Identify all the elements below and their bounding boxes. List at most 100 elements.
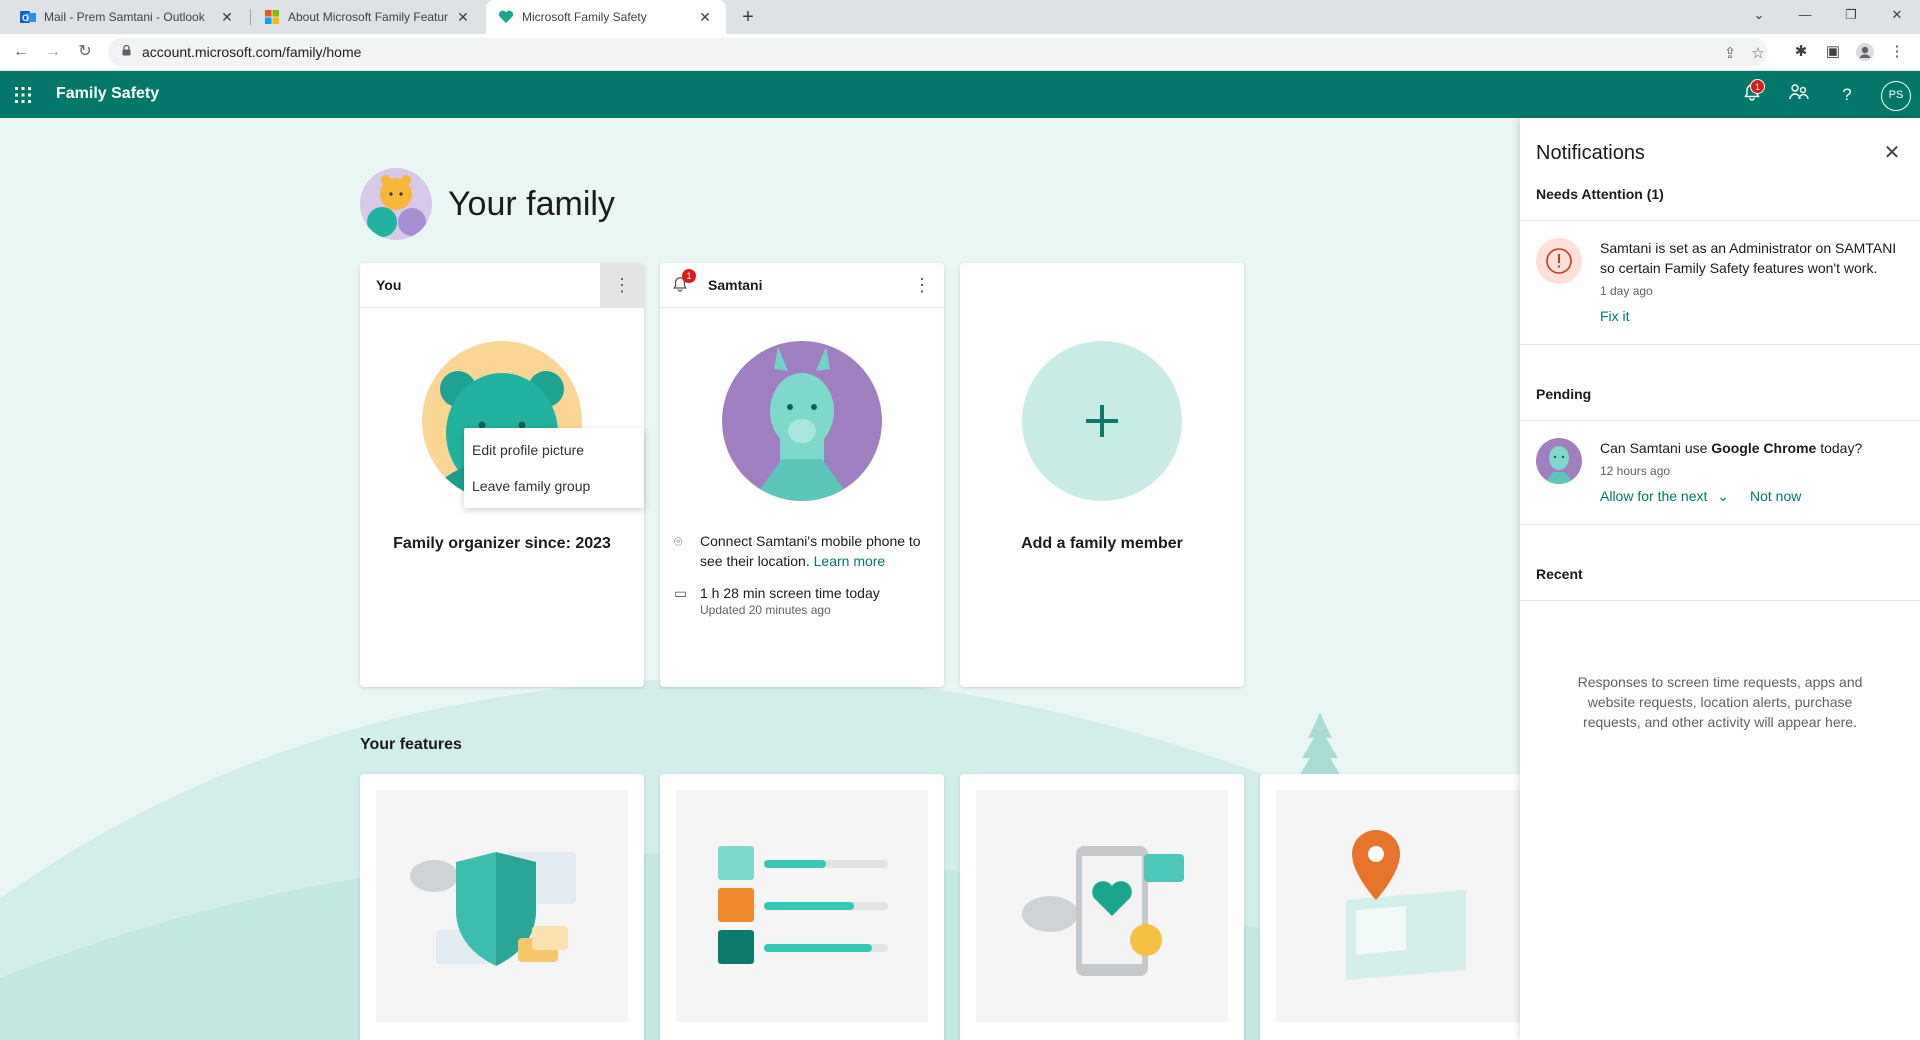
allow-for-next-dropdown[interactable]: Allow for the next ⌄	[1600, 488, 1729, 505]
more-options-icon[interactable]: ⋮	[900, 263, 944, 307]
pending-question-suffix: today?	[1816, 440, 1863, 456]
location-info: ⌾ Connect Samtani's mobile phone to see …	[674, 531, 934, 571]
member-name: You	[376, 277, 402, 293]
share-icon[interactable]: ⇪	[1720, 44, 1740, 62]
microsoft-logo-icon	[264, 9, 280, 25]
main-content: Your family You ⋮ Family organizer since…	[0, 118, 1520, 1040]
screen-time-info: ▭ 1 h 28 min screen time today Updated 2…	[674, 583, 934, 617]
learn-more-link[interactable]: Learn more	[814, 553, 886, 569]
location-text: Connect Samtani's mobile phone to see th…	[700, 533, 921, 569]
screen-time-updated: Updated 20 minutes ago	[700, 603, 831, 617]
svg-text:O: O	[22, 13, 29, 23]
divider	[1520, 420, 1920, 421]
pending-question: Can Samtani use Google Chrome today?	[1600, 438, 1900, 458]
divider	[1520, 600, 1920, 601]
screen-time-text: 1 h 28 min screen time today	[700, 585, 880, 601]
divider	[1520, 344, 1920, 345]
new-tab-button[interactable]: +	[736, 5, 760, 29]
pending-app-name: Google Chrome	[1711, 440, 1817, 456]
feature-card-activity[interactable]	[960, 774, 1244, 1040]
restore-button[interactable]: ❐	[1828, 0, 1874, 30]
tab-close-icon[interactable]: ✕	[218, 9, 236, 26]
forward-button[interactable]: →	[41, 40, 65, 64]
family-header: Your family	[360, 168, 615, 240]
attention-message: Samtani is set as an Administrator on SA…	[1600, 240, 1897, 276]
extensions-puzzle-icon[interactable]: ✱	[1790, 42, 1812, 64]
card-header: You ⋮	[360, 263, 644, 308]
location-text-wrap: Connect Samtani's mobile phone to see th…	[700, 531, 934, 571]
recent-empty-message: Responses to screen time requests, apps …	[1577, 674, 1863, 730]
more-options-icon[interactable]: ⋮	[600, 263, 644, 307]
bookmark-star-icon[interactable]: ☆	[1748, 44, 1768, 62]
tab-outlook[interactable]: O Mail - Prem Samtani - Outlook ✕	[8, 0, 248, 34]
pending-time: 12 hours ago	[1600, 464, 1671, 478]
url-text: account.microsoft.com/family/home	[142, 44, 362, 60]
allow-label: Allow for the next	[1600, 488, 1708, 504]
tab-title: About Microsoft Family Features	[288, 10, 448, 24]
pending-title: Pending	[1536, 386, 1592, 402]
app-launcher-icon[interactable]	[15, 87, 31, 103]
tab-close-icon[interactable]: ✕	[696, 9, 714, 26]
attention-time: 1 day ago	[1600, 284, 1653, 298]
location-pin-icon: ⌾	[674, 533, 683, 549]
member-options-menu: Edit profile picture Leave family group	[464, 428, 644, 508]
tab-close-icon[interactable]: ✕	[454, 9, 472, 26]
notifications-panel: Notifications ✕ Needs Attention (1) Samt…	[1520, 118, 1920, 1040]
browser-toolbar: ← → ↻ account.microsoft.com/family/home …	[0, 34, 1920, 71]
app-header: Family Safety 1 ? PS	[0, 71, 1920, 118]
page-title: Your family	[448, 184, 615, 223]
tab-separator	[250, 9, 251, 25]
feature-card-location[interactable]	[1260, 774, 1520, 1040]
screen-time-icon: ▭	[674, 585, 688, 601]
llama-avatar[interactable]	[722, 341, 882, 501]
outlook-icon: O	[20, 9, 36, 25]
features-section-title: Your features	[360, 736, 462, 753]
tab-about-family[interactable]: About Microsoft Family Features ✕	[252, 0, 484, 34]
app-title[interactable]: Family Safety	[56, 85, 159, 103]
organizer-since-text: Family organizer since: 2023	[393, 535, 611, 552]
family-group-icon[interactable]	[1787, 83, 1811, 107]
member-card-samtani[interactable]: 1 Samtani ⋮ ⌾ Connect Samtani's mobile p…	[660, 263, 944, 687]
address-bar[interactable]: account.microsoft.com/family/home ⇪ ☆	[108, 38, 1768, 66]
tab-family-safety[interactable]: Microsoft Family Safety ✕	[486, 0, 726, 34]
family-safety-heart-icon	[498, 9, 514, 25]
back-button[interactable]: ←	[9, 40, 33, 64]
close-icon[interactable]: ✕	[1880, 140, 1904, 165]
minimize-button[interactable]: —	[1782, 0, 1828, 30]
needs-attention-title: Needs Attention (1)	[1536, 186, 1664, 202]
content-filter-illustration	[376, 790, 628, 1022]
screen-time-illustration	[676, 790, 928, 1022]
chevron-down-icon: ⌄	[1717, 488, 1730, 504]
divider	[1520, 524, 1920, 525]
feature-card-content-filters[interactable]	[360, 774, 644, 1040]
recent-title: Recent	[1536, 566, 1583, 582]
side-panel-icon[interactable]: ▣	[1822, 42, 1844, 64]
warning-alert-icon	[1536, 238, 1582, 284]
member-alert-badge: 1	[682, 269, 696, 283]
pending-question-prefix: Can Samtani use	[1600, 440, 1712, 456]
add-member-card[interactable]: Add a family member	[960, 263, 1244, 687]
profile-icon[interactable]	[1854, 42, 1876, 64]
add-member-button[interactable]	[1022, 341, 1182, 501]
edit-profile-picture-option[interactable]: Edit profile picture	[464, 432, 644, 468]
card-header: 1 Samtani ⋮	[660, 263, 944, 308]
location-illustration	[1276, 790, 1520, 1022]
tab-search-icon[interactable]: ⌄	[1736, 0, 1782, 30]
browser-menu-icon[interactable]: ⋮	[1886, 42, 1908, 64]
fix-it-link[interactable]: Fix it	[1600, 308, 1630, 324]
not-now-button[interactable]: Not now	[1750, 488, 1801, 504]
add-member-label: Add a family member	[1021, 535, 1183, 552]
feature-card-screen-time[interactable]	[660, 774, 944, 1040]
help-icon[interactable]: ?	[1835, 83, 1859, 107]
divider	[1520, 220, 1920, 221]
close-window-button[interactable]: ✕	[1874, 0, 1920, 30]
screen-time-wrap: 1 h 28 min screen time today Updated 20 …	[700, 583, 880, 617]
plus-icon	[1086, 405, 1118, 437]
leave-family-group-option[interactable]: Leave family group	[464, 468, 644, 504]
user-avatar[interactable]: PS	[1881, 81, 1911, 111]
samtani-avatar	[1536, 438, 1582, 484]
family-group-avatar	[360, 168, 432, 240]
reload-button[interactable]: ↻	[73, 40, 97, 64]
tab-title: Microsoft Family Safety	[522, 10, 647, 24]
activity-illustration	[976, 790, 1228, 1022]
